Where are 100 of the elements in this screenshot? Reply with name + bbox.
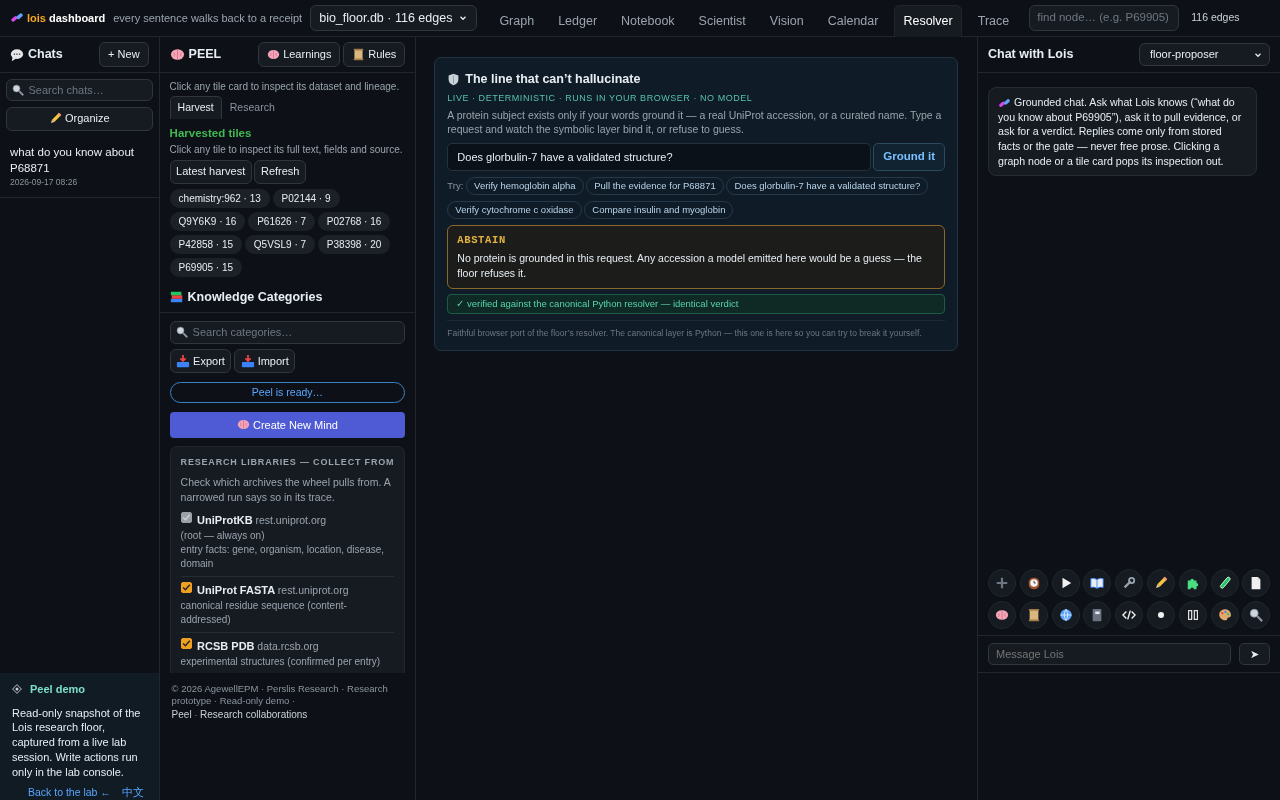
message-field[interactable]: Message Lois (988, 642, 1231, 665)
palette-icon (1217, 607, 1232, 622)
language-link[interactable]: 中文 (121, 785, 144, 800)
globe-icon (1058, 607, 1073, 622)
harvest-button[interactable]: Latest harvest (169, 159, 252, 184)
pause-icon (1185, 607, 1200, 622)
tile-chip[interactable]: Q9Y6K9 · 16 (169, 212, 246, 231)
edge-count: 116 edges (1191, 10, 1240, 26)
scroll-icon (1026, 607, 1041, 622)
play-button[interactable] (1051, 568, 1080, 597)
tile-chip[interactable]: chemistry:962 · 13 (169, 189, 270, 208)
ground-it-button[interactable]: Ground it (873, 142, 945, 172)
footnote: Faithful browser port of the floor’s resolver. The canonical layer is Python — this one is here so you can try to break it yourself. (447, 319, 945, 340)
verdict-text: No protein is grounded in this request. Any accession a model emitted here would be a guess — the floor refuses it. (457, 251, 923, 281)
query-field[interactable]: Does glorbulin-7 have a validated structure? (447, 142, 871, 172)
verdict-label: ABSTAIN (457, 232, 507, 248)
chat-message: Grounded chat. Ask what Lois knows (“what do you know about P69905”), ask it to pull evidence, or ask for a verdict. Replies come only from stored facts or the gate — never free prose. Clicking a graph node or a tile card pops its inspection out. (988, 87, 1257, 177)
open-book-icon (1090, 575, 1105, 590)
rules-button[interactable]: Rules (343, 42, 406, 67)
plus-button[interactable] (988, 568, 1016, 597)
library-name: RCSB PDB (197, 638, 255, 654)
nav-tab[interactable]: Scientist (690, 5, 754, 37)
books-icon (169, 290, 184, 305)
document-button[interactable] (1242, 568, 1271, 597)
panel-hint: Click any tile card to inspect its dataset and lineage. (169, 79, 401, 94)
footer-text: © 2026 AgewellEPM · Perslis Research · Research prototype · Read-only demo · (171, 683, 389, 708)
pencil-icon (1154, 575, 1168, 590)
section-description: Check which archives the wheel pulls from. A narrowed run says so in its trace. (180, 475, 392, 505)
search-button[interactable] (1242, 600, 1271, 629)
brain-icon (267, 48, 281, 61)
scroll-icon (352, 48, 366, 61)
panel-title: PEEL (188, 46, 222, 64)
library-note: experimental structures (confirmed per entry) (180, 654, 382, 669)
code-button[interactable] (1115, 600, 1144, 629)
open-book-button[interactable] (1083, 568, 1112, 597)
tile-chip[interactable]: P42858 · 15 (169, 235, 243, 254)
panel-title: Chats (28, 46, 63, 64)
section-title: Knowledge Categories (187, 289, 323, 306)
import-button[interactable]: Import (234, 349, 296, 374)
library-checkbox[interactable] (180, 582, 192, 594)
nav-tab[interactable]: Trace (969, 5, 1018, 37)
brain-button[interactable] (988, 600, 1016, 629)
pencil-button[interactable] (1147, 568, 1175, 597)
search-chats-field[interactable]: Search chats… (5, 78, 154, 101)
nav-tab[interactable]: Ledger (550, 5, 606, 37)
clock-icon (1026, 575, 1041, 590)
panel-tab[interactable]: Research (221, 96, 283, 119)
learnings-button[interactable]: Learnings (258, 42, 341, 67)
inbox-tray-icon (240, 354, 255, 369)
footer-text: · (194, 708, 198, 720)
tile-chip[interactable]: Q5VSL9 · 7 (244, 235, 316, 254)
organize-button[interactable]: Organize (5, 106, 154, 131)
search-icon (1249, 607, 1264, 622)
dot-button[interactable] (1147, 600, 1175, 629)
tile-chip[interactable]: P02144 · 9 (272, 189, 340, 208)
nav-tab[interactable]: Calendar (819, 5, 887, 37)
export-button[interactable]: Export (169, 349, 232, 374)
chat-title[interactable]: what do you know about P68871 (10, 144, 149, 177)
notebook-button[interactable] (1083, 600, 1112, 629)
library-note: canonical residue sequence (content-addressed) (180, 598, 348, 627)
section-heading: RESEARCH LIBRARIES — COLLECT FROM (180, 456, 395, 470)
tile-chip[interactable]: P61626 · 7 (248, 212, 316, 231)
palette-button[interactable] (1210, 600, 1239, 629)
footer-link[interactable]: Research collaborations (200, 708, 308, 720)
demo-description: Read-only snapshot of the Lois research floor, captured from a live lab session. Write actions run only in the lab console. (12, 705, 142, 780)
test-tube-button[interactable] (1210, 568, 1239, 597)
panel-tab[interactable]: Harvest (169, 96, 222, 119)
nav-tab[interactable]: Graph (491, 5, 543, 37)
library-checkbox[interactable] (180, 637, 192, 649)
globe-button[interactable] (1051, 600, 1080, 629)
tile-chip[interactable]: P69905 · 15 (169, 258, 243, 277)
try-label: Try: (447, 178, 464, 193)
mode-select[interactable]: floor-proposer (1139, 43, 1270, 66)
harvest-button[interactable]: Refresh (254, 159, 306, 184)
new-chat-button[interactable]: + New (99, 42, 149, 67)
clock-button[interactable] (1019, 568, 1048, 597)
database-select[interactable]: bio_floor.db · 116 edges (310, 4, 478, 32)
send-button[interactable]: ➤ (1239, 642, 1270, 665)
puzzle-piece-button[interactable] (1178, 568, 1207, 597)
tile-chip[interactable]: P02768 · 16 (317, 212, 391, 231)
card-description: A protein subject exists only if your words ground it — a real UniProt accession, or a curated name. Type a request and watch the symbolic layer bind it, or refuse to guess. (447, 107, 943, 138)
nav-tab[interactable]: Vision (761, 5, 812, 37)
back-to-lab-link[interactable]: Back to the lab ← (27, 785, 111, 800)
card-title: The line that can’t hallucinate (465, 71, 641, 88)
inbox-tray-icon (176, 354, 191, 369)
pause-button[interactable] (1178, 600, 1207, 629)
nav-tab[interactable]: Notebook (613, 5, 683, 37)
section-hint: Click any tile to inspect its full text, fields and source. (169, 142, 404, 157)
scroll-button[interactable] (1019, 600, 1048, 629)
create-mind-button[interactable]: Create New Mind (169, 411, 406, 438)
search-categories-field[interactable]: Search categories… (169, 321, 406, 344)
library-name: UniProt FASTA (197, 583, 276, 599)
shield-icon (447, 72, 461, 86)
library-host: data.rcsb.org (257, 638, 319, 654)
library-note: entry facts: gene, organism, location, disease, domain (180, 543, 386, 572)
footer-link[interactable]: Peel (171, 708, 192, 720)
nav-tab[interactable]: Resolver (894, 5, 962, 37)
panel-title: Chat with Lois (988, 46, 1074, 64)
find-node-field[interactable]: find node… (e.g. P69905) (1029, 5, 1180, 31)
tile-chip[interactable]: P38398 · 20 (317, 235, 391, 254)
